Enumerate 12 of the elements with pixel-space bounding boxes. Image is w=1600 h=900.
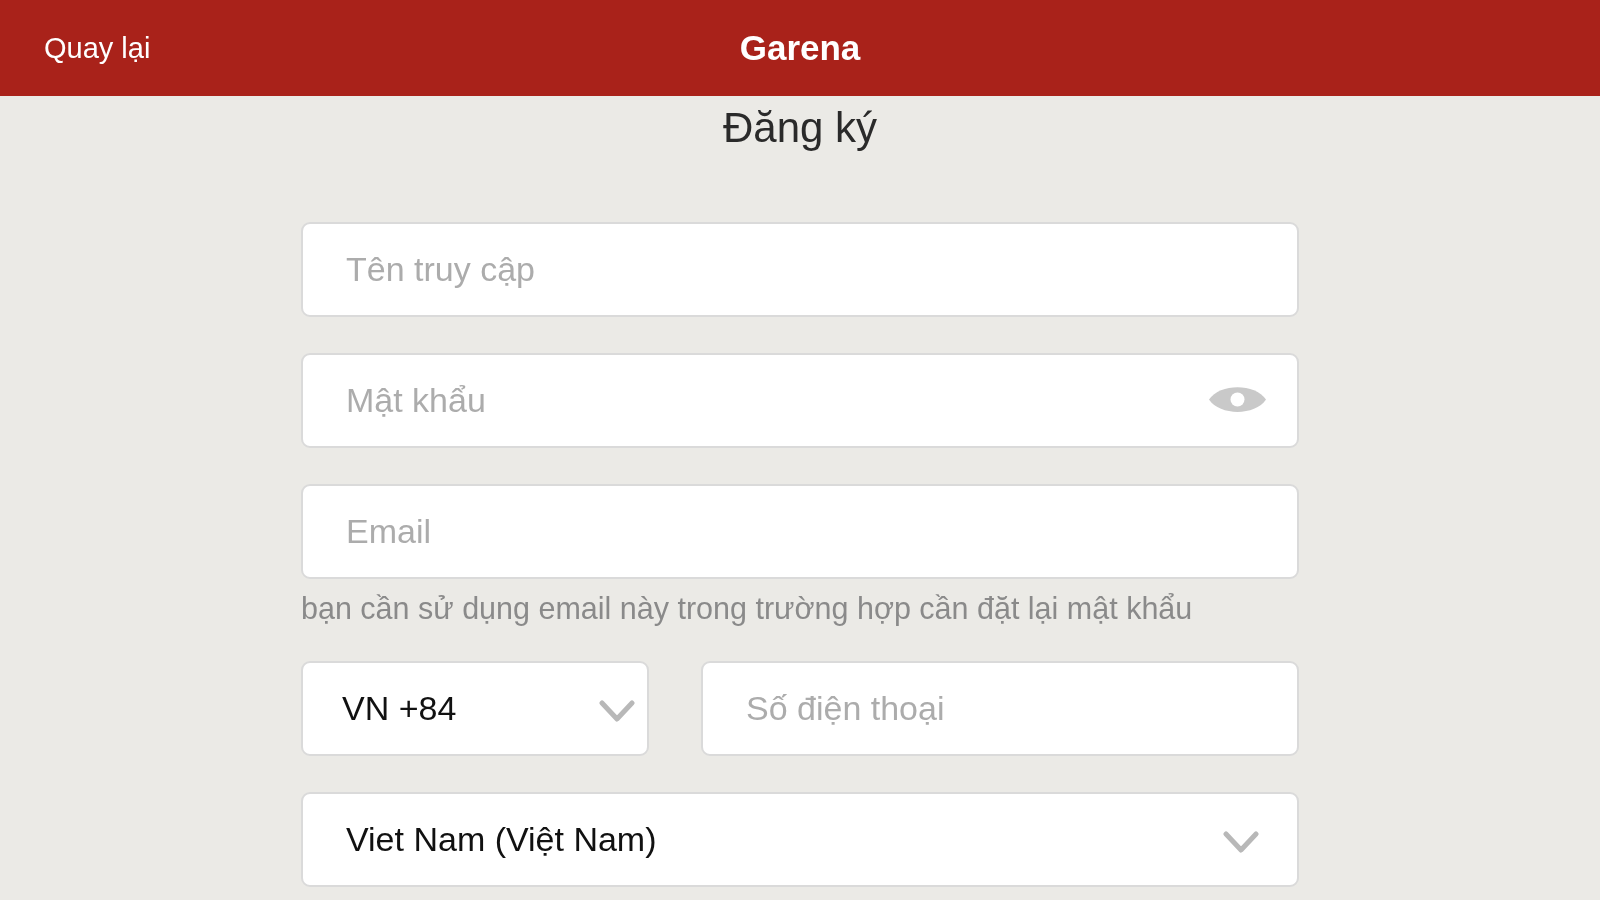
email-hint-text: bạn cần sử dụng email này trong trường hợp cần đặt lại mật khẩu [301,591,1194,625]
country-code-dropdown[interactable]: VN +84 [301,661,649,756]
password-field[interactable]: Mật khẩu [301,353,1299,448]
email-field[interactable]: Email [301,484,1299,579]
app-title: Garena [739,28,861,68]
page-title: Đăng ký [722,103,878,153]
chevron-down-icon [599,699,635,724]
back-link[interactable]: Quay lại [44,31,151,65]
region-dropdown[interactable]: Viet Nam (Việt Nam) [301,792,1299,887]
chevron-down-icon [1223,830,1259,855]
phone-field[interactable]: Số điện thoại [701,661,1299,756]
username-field[interactable]: Tên truy cập [301,222,1299,317]
